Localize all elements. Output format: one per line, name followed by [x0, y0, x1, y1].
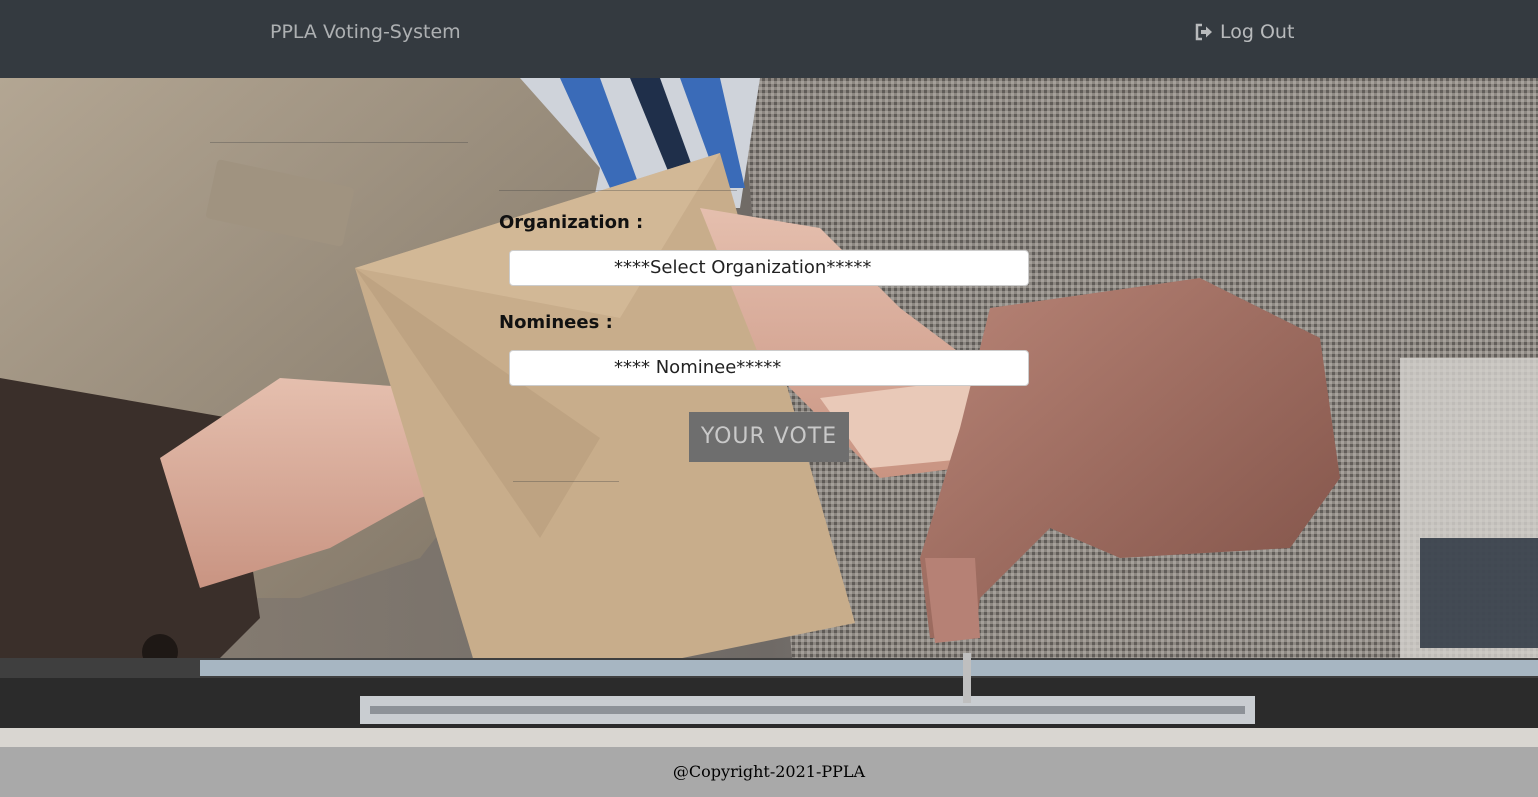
organization-select[interactable]: ****Select Organization***** [509, 250, 1029, 286]
logout-label: Log Out [1220, 21, 1295, 43]
nominees-label: Nominees : [499, 312, 613, 333]
sign-out-icon [1195, 23, 1212, 41]
logout-link[interactable]: Log Out [1194, 20, 1294, 44]
brand-link[interactable]: PPLA Voting-System [270, 20, 461, 44]
hero-section: Organization : ****Select Organization**… [0, 78, 1538, 747]
organization-label: Organization : [499, 212, 644, 233]
copyright-text: @Copyright-2021-PPLA [672, 762, 866, 781]
nominee-select[interactable]: **** Nominee***** [509, 350, 1029, 386]
vote-form: Organization : ****Select Organization**… [0, 78, 1538, 747]
footer: @Copyright-2021-PPLA [0, 747, 1538, 797]
navbar: PPLA Voting-System Log Out [0, 0, 1538, 78]
vote-button[interactable]: YOUR VOTE [689, 412, 849, 462]
